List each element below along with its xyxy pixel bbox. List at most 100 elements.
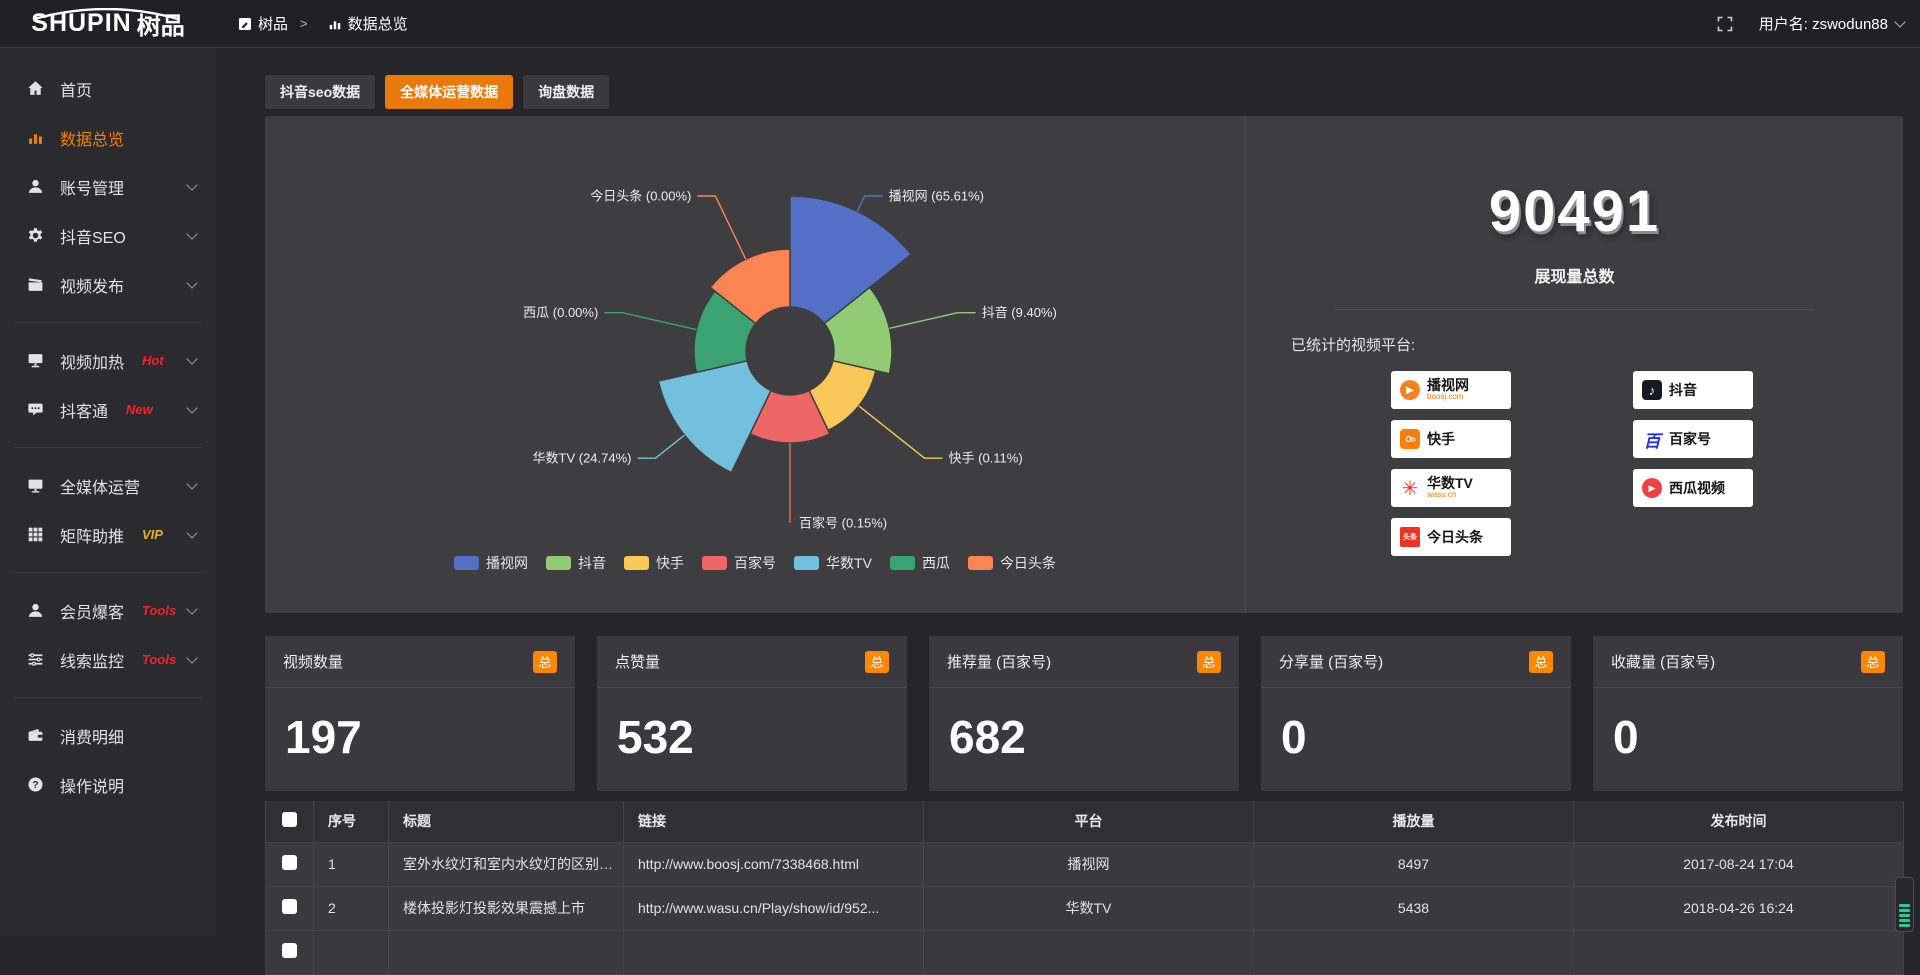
cell-url-link[interactable]: http://www.boosj.com/7338468.html (624, 842, 924, 886)
cell-url-link[interactable] (624, 930, 924, 974)
legend-chip (454, 556, 479, 570)
legend-item-2[interactable]: 快手 (624, 553, 684, 573)
card-label: 推荐量 (百家号) (947, 651, 1051, 672)
cell-plays (1254, 930, 1574, 974)
card-value: 682 (929, 688, 1239, 764)
label-line-0 (857, 196, 882, 211)
wasu-star-icon: ✳ (1400, 478, 1420, 498)
usage-bar (1899, 919, 1910, 922)
legend-chip (968, 556, 993, 570)
sidebar-item-media-operation[interactable]: 全媒体运营 (0, 461, 216, 510)
douyin-note-icon: ♪ (1642, 380, 1662, 400)
platform-badge-baijiahao: 百 百家号 (1633, 420, 1753, 458)
member-icon (26, 602, 44, 620)
select-all-checkbox[interactable] (282, 812, 297, 827)
cell-seq: 1 (314, 842, 389, 886)
data-tabs: 抖音seo数据 全媒体运营数据 询盘数据 (265, 75, 1903, 109)
total-badge: 总 (533, 651, 557, 673)
legend-item-1[interactable]: 抖音 (546, 553, 606, 573)
tab-inquiry[interactable]: 询盘数据 (523, 75, 609, 109)
legend-label: 播视网 (486, 553, 528, 573)
sidebar-item-douyin-seo[interactable]: 抖音SEO (0, 211, 216, 260)
column-seq: 序号 (314, 801, 389, 842)
boosj-play-icon: ▶ (1400, 380, 1420, 400)
sidebar-item-instructions[interactable]: ? 操作说明 (0, 760, 216, 809)
card-label: 收藏量 (百家号) (1611, 651, 1715, 672)
legend-label: 今日头条 (1000, 553, 1056, 573)
cell-url-link[interactable]: http://www.wasu.cn/Play/show/id/952... (624, 886, 924, 930)
label-line-6 (697, 196, 745, 259)
toutiao-icon: 头条 (1400, 527, 1420, 547)
chevron-down-icon (186, 277, 197, 288)
total-badge: 总 (1197, 651, 1221, 673)
user-menu[interactable]: 用户名: zswodun88 (1759, 13, 1904, 34)
breadcrumb-root[interactable]: 树品 (238, 13, 288, 34)
breadcrumb-current-label: 数据总览 (348, 13, 408, 34)
platform-badge-wasu: ✳ 华数TVwasu.cn (1391, 469, 1511, 507)
monitor-icon (26, 477, 44, 495)
user-icon (26, 178, 44, 196)
xigua-play-icon: ▶ (1642, 478, 1662, 498)
cell-plays: 8497 (1254, 842, 1574, 886)
row-checkbox[interactable] (282, 943, 297, 958)
cell-title-link[interactable]: 室外水纹灯和室内水纹灯的区别和简介 (389, 842, 624, 886)
summary-area: 90491 展现量总数 已统计的视频平台: ▶ 播视网boosj.com Oo … (1245, 116, 1903, 613)
chart-legend: 播视网抖音快手百家号华数TV 西瓜 今日头条 (265, 553, 1245, 573)
legend-label: 西瓜 (922, 553, 950, 573)
cell-seq: 2 (314, 886, 389, 930)
fullscreen-icon[interactable] (1717, 16, 1733, 32)
platform-name: 今日头条 (1427, 530, 1483, 545)
legend-item-6[interactable]: 今日头条 (968, 553, 1056, 573)
cell-time (1574, 930, 1904, 974)
label-line-5 (604, 313, 696, 330)
app-logo[interactable]: SHUPIN 树品 (0, 6, 216, 41)
table-row: 2 楼体投影灯投影效果震撼上市 http://www.wasu.cn/Play/… (266, 886, 1904, 930)
sidebar-item-data-overview[interactable]: 数据总览 (0, 113, 216, 162)
legend-item-3[interactable]: 百家号 (702, 553, 776, 573)
breadcrumb: 树品 > 数据总览 (238, 13, 408, 34)
chevron-down-icon (1894, 16, 1905, 27)
column-title: 标题 (389, 801, 624, 842)
sidebar-item-member-baoke[interactable]: 会员爆客 Tools (0, 586, 216, 635)
legend-chip (794, 556, 819, 570)
gear-icon (26, 227, 44, 245)
sidebar-item-lead-monitor[interactable]: 线索监控 Tools (0, 635, 216, 684)
card-value: 0 (1593, 688, 1903, 764)
legend-item-0[interactable]: 播视网 (454, 553, 528, 573)
row-checkbox[interactable] (282, 855, 297, 870)
legend-chip (702, 556, 727, 570)
sidebar-divider (14, 447, 202, 448)
sidebar-item-video-heat[interactable]: 视频加热 Hot (0, 336, 216, 385)
usage-widget[interactable] (1895, 877, 1914, 932)
tab-media-operation[interactable]: 全媒体运营数据 (385, 75, 513, 109)
legend-chip (624, 556, 649, 570)
chevron-down-icon (186, 179, 197, 190)
sidebar-item-consumption[interactable]: 消费明细 (0, 711, 216, 760)
platform-name: 播视网 (1427, 378, 1469, 393)
table-row (266, 930, 1904, 974)
platform-name: 抖音 (1669, 383, 1697, 398)
slice-label-5: 西瓜 (0.00%) (523, 305, 598, 320)
label-line-1 (889, 313, 975, 329)
sidebar-item-home[interactable]: 首页 (0, 64, 216, 113)
bar-chart-icon (328, 17, 342, 31)
cell-title-link[interactable] (389, 930, 624, 974)
slice-label-0: 播视网 (65.61%) (889, 189, 984, 204)
pie-slice-4[interactable] (658, 361, 771, 473)
tab-douyin-seo[interactable]: 抖音seo数据 (265, 75, 375, 109)
total-impressions-value: 90491 (1246, 178, 1903, 245)
wallet-icon (26, 727, 44, 745)
usage-bar (1899, 904, 1910, 907)
sidebar-item-video-publish[interactable]: 视频发布 (0, 260, 216, 309)
card-label: 视频数量 (283, 651, 343, 672)
legend-item-5[interactable]: 西瓜 (890, 553, 950, 573)
row-checkbox[interactable] (282, 899, 297, 914)
sidebar-item-label: 抖客通 (60, 398, 108, 422)
legend-chip (546, 556, 571, 570)
tools-badge: Tools (142, 603, 176, 618)
sidebar-item-douketong[interactable]: 抖客通 New (0, 385, 216, 434)
sidebar-item-matrix-boost[interactable]: 矩阵助推 VIP (0, 510, 216, 559)
sidebar-item-account[interactable]: 账号管理 (0, 162, 216, 211)
cell-title-link[interactable]: 楼体投影灯投影效果震撼上市 (389, 886, 624, 930)
legend-item-4[interactable]: 华数TV (794, 553, 872, 573)
